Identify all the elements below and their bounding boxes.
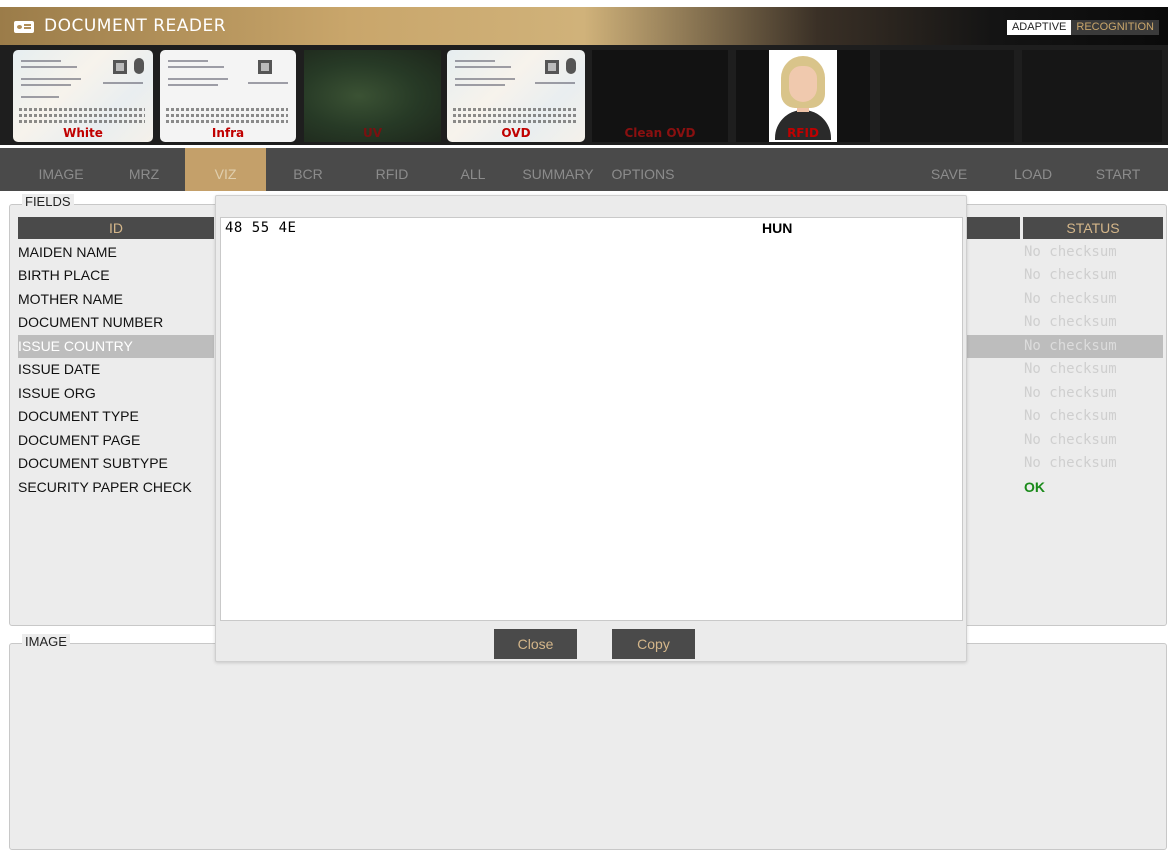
menu-options[interactable]: OPTIONS xyxy=(606,148,680,191)
field-row[interactable]: ISSUE ORG xyxy=(18,382,214,405)
field-row[interactable]: DOCUMENT SUBTYPE xyxy=(18,452,214,475)
copy-button[interactable]: Copy xyxy=(612,629,695,659)
column-header-status[interactable]: STATUS xyxy=(1023,217,1163,239)
column-header-value[interactable] xyxy=(966,217,1020,239)
thumbnail-label: UV xyxy=(362,126,383,140)
field-row[interactable]: DOCUMENT PAGE xyxy=(18,429,214,452)
thumbnail-label: Clean OVD xyxy=(624,126,696,140)
status-cell: No checksum xyxy=(1024,432,1117,448)
field-row[interactable]: ISSUE DATE xyxy=(18,358,214,381)
thumbnail-uv[interactable]: UV xyxy=(304,50,441,142)
menu-rfid[interactable]: RFID xyxy=(356,148,428,191)
menu-start[interactable]: START xyxy=(1084,148,1152,191)
status-cell: No checksum xyxy=(1024,455,1117,471)
thumbnail-empty xyxy=(880,50,1014,142)
field-row[interactable]: DOCUMENT TYPE xyxy=(18,405,214,428)
brand-part-recognition: RECOGNITION xyxy=(1071,20,1159,35)
status-cell: No checksum xyxy=(1024,244,1117,260)
value-text-area[interactable]: 48 55 4E HUN xyxy=(220,217,963,621)
field-row-selected[interactable]: ISSUE COUNTRY xyxy=(18,335,214,358)
field-row[interactable]: DOCUMENT NUMBER xyxy=(18,311,214,334)
field-value-dialog: 48 55 4E HUN Close Copy xyxy=(215,195,967,662)
thumbnail-label: Infra xyxy=(211,126,245,140)
fields-legend: FIELDS xyxy=(22,194,74,209)
menu-viz[interactable]: VIZ xyxy=(185,148,266,191)
thumbnail-label: OVD xyxy=(501,126,531,140)
decoded-value: HUN xyxy=(762,220,793,236)
hex-value: 48 55 4E xyxy=(225,220,297,236)
menu-summary[interactable]: SUMMARY xyxy=(520,148,596,191)
menu-bcr[interactable]: BCR xyxy=(272,148,344,191)
status-cell-ok: OK xyxy=(1024,479,1045,495)
thumbnail-label: RFID xyxy=(787,126,819,140)
status-cell: No checksum xyxy=(1024,361,1117,377)
status-cell: No checksum xyxy=(1024,338,1117,354)
thumbnail-clean-ovd[interactable]: Clean OVD xyxy=(592,50,728,142)
brand-part-adaptive: ADAPTIVE xyxy=(1006,20,1072,35)
document-reader-window: DOCUMENT READER ADAPTIVE RECOGNITION Whi… xyxy=(0,0,1168,852)
status-cell: No checksum xyxy=(1024,267,1117,283)
main-menu-bar: IMAGE MRZ VIZ BCR RFID ALL SUMMARY OPTIO… xyxy=(0,148,1168,191)
status-cell: No checksum xyxy=(1024,408,1117,424)
menu-mrz[interactable]: MRZ xyxy=(108,148,180,191)
field-row[interactable]: BIRTH PLACE xyxy=(18,264,214,287)
field-row[interactable]: MAIDEN NAME xyxy=(18,241,214,264)
status-cell: No checksum xyxy=(1024,314,1117,330)
field-row[interactable]: MOTHER NAME xyxy=(18,288,214,311)
image-panel xyxy=(9,643,1167,850)
title-bar: DOCUMENT READER ADAPTIVE RECOGNITION xyxy=(0,7,1168,45)
brand-logo: ADAPTIVE RECOGNITION xyxy=(1006,20,1159,35)
menu-image[interactable]: IMAGE xyxy=(18,148,104,191)
thumbnail-rfid[interactable]: RFID xyxy=(736,50,870,142)
thumbnail-infra[interactable]: Infra xyxy=(160,50,296,142)
field-row[interactable]: SECURITY PAPER CHECK xyxy=(18,476,214,499)
image-legend: IMAGE xyxy=(22,634,70,649)
menu-save[interactable]: SAVE xyxy=(916,148,982,191)
status-cell: No checksum xyxy=(1024,385,1117,401)
thumbnail-ovd[interactable]: OVD xyxy=(447,50,585,142)
thumbnail-empty xyxy=(1022,50,1162,142)
close-button[interactable]: Close xyxy=(494,629,577,659)
id-card-icon xyxy=(14,21,34,33)
thumbnail-label: White xyxy=(63,126,103,140)
app-title: DOCUMENT READER xyxy=(44,16,227,36)
column-header-id[interactable]: ID xyxy=(18,217,214,239)
image-thumbnail-strip: White Infra UV OVD Clean OVD RFID xyxy=(0,45,1168,145)
status-cell: No checksum xyxy=(1024,291,1117,307)
menu-all[interactable]: ALL xyxy=(440,148,506,191)
thumbnail-white[interactable]: White xyxy=(13,50,153,142)
menu-load[interactable]: LOAD xyxy=(1000,148,1066,191)
